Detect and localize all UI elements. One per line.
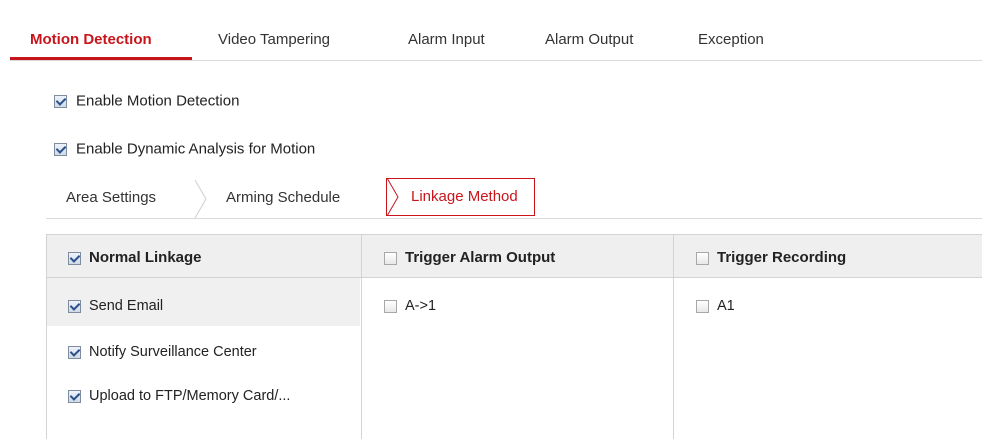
normal-linkage-title: Normal Linkage bbox=[89, 249, 202, 266]
sub-tab-bar: Area Settings Arming Schedule Linkage Me… bbox=[46, 178, 982, 219]
recording-a1-label: A1 bbox=[717, 298, 735, 314]
send-email-label: Send Email bbox=[89, 298, 164, 314]
notify-center-item: Notify Surveillance Center bbox=[68, 344, 257, 360]
send-email-checkbox[interactable] bbox=[68, 299, 81, 313]
enable-dynamic-analysis-label: Enable Dynamic Analysis for Motion bbox=[76, 140, 316, 158]
grid-divider bbox=[361, 234, 362, 439]
subtab-area-settings[interactable]: Area Settings bbox=[66, 178, 156, 216]
grid-divider bbox=[46, 234, 47, 439]
enable-dynamic-analysis-option: Enable Dynamic Analysis for Motion bbox=[54, 140, 315, 158]
chevron-active-icon bbox=[386, 178, 399, 216]
main-tab-bar: Motion Detection Video Tampering Alarm I… bbox=[10, 0, 982, 61]
enable-motion-detection-label: Enable Motion Detection bbox=[76, 92, 240, 110]
alarm-output-a1-item: A->1 bbox=[384, 298, 436, 314]
tab-exception[interactable]: Exception bbox=[698, 30, 764, 50]
enable-motion-detection-option: Enable Motion Detection bbox=[54, 92, 239, 110]
trigger-alarm-output-title: Trigger Alarm Output bbox=[405, 249, 556, 266]
trigger-recording-title: Trigger Recording bbox=[717, 249, 847, 266]
notify-center-label: Notify Surveillance Center bbox=[89, 344, 257, 360]
upload-ftp-label: Upload to FTP/Memory Card/... bbox=[89, 388, 291, 404]
notify-center-checkbox[interactable] bbox=[68, 345, 81, 359]
tab-video-tampering[interactable]: Video Tampering bbox=[218, 30, 330, 50]
recording-a1-checkbox[interactable] bbox=[696, 299, 709, 313]
trigger-recording-checkbox[interactable] bbox=[696, 251, 709, 265]
upload-ftp-item: Upload to FTP/Memory Card/... bbox=[68, 388, 290, 404]
tab-alarm-output[interactable]: Alarm Output bbox=[545, 30, 633, 50]
active-tab-indicator bbox=[10, 57, 192, 60]
normal-linkage-column: Normal Linkage Send Email Notify Surveil… bbox=[46, 234, 362, 439]
trigger-alarm-output-header: Trigger Alarm Output bbox=[362, 234, 674, 278]
alarm-output-a1-checkbox[interactable] bbox=[384, 299, 397, 313]
send-email-item: Send Email bbox=[68, 298, 163, 314]
trigger-recording-column: Trigger Recording A1 bbox=[674, 234, 982, 439]
enable-dynamic-analysis-checkbox[interactable] bbox=[54, 142, 67, 156]
recording-a1-item: A1 bbox=[696, 298, 735, 314]
chevron-separator-icon bbox=[194, 180, 207, 218]
tab-alarm-input[interactable]: Alarm Input bbox=[408, 30, 485, 50]
trigger-alarm-output-column: Trigger Alarm Output A->1 bbox=[362, 234, 674, 439]
tab-motion-detection[interactable]: Motion Detection bbox=[30, 30, 152, 50]
grid-divider bbox=[673, 234, 674, 439]
upload-ftp-checkbox[interactable] bbox=[68, 389, 81, 403]
alarm-output-a1-label: A->1 bbox=[405, 298, 437, 314]
trigger-alarm-output-checkbox[interactable] bbox=[384, 251, 397, 265]
trigger-recording-header: Trigger Recording bbox=[674, 234, 982, 278]
normal-linkage-header: Normal Linkage bbox=[46, 234, 362, 278]
subtab-linkage-method[interactable]: Linkage Method bbox=[386, 178, 535, 216]
normal-linkage-checkbox[interactable] bbox=[68, 251, 81, 265]
subtab-arming-schedule[interactable]: Arming Schedule bbox=[226, 178, 340, 216]
enable-motion-detection-checkbox[interactable] bbox=[54, 94, 67, 108]
linkage-grid: Normal Linkage Send Email Notify Surveil… bbox=[46, 234, 982, 439]
